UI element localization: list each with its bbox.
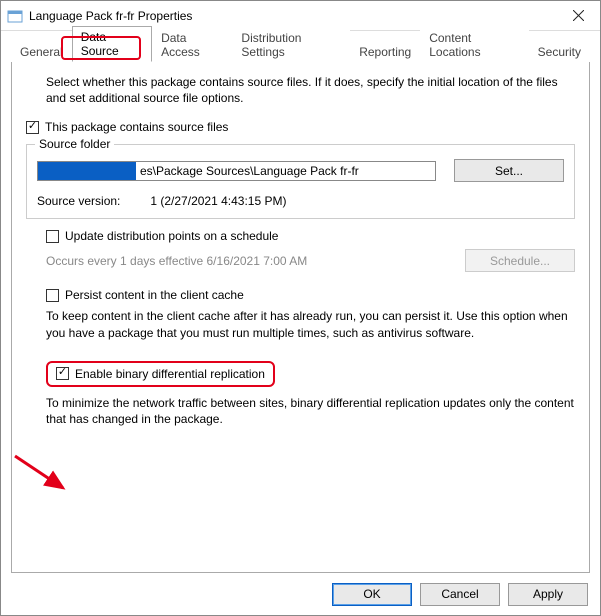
source-folder-group-title: Source folder	[35, 137, 114, 151]
tab-distribution-settings[interactable]: Distribution Settings	[232, 27, 350, 62]
tab-content-locations[interactable]: Content Locations	[420, 27, 528, 62]
dialog-footer: OK Cancel Apply	[1, 573, 600, 615]
checkbox-bdr[interactable]	[56, 367, 69, 380]
apply-button[interactable]: Apply	[508, 583, 588, 606]
checkbox-update-schedule[interactable]	[46, 230, 59, 243]
checkbox-bdr-label: Enable binary differential replication	[75, 367, 265, 381]
schedule-occurs-text: Occurs every 1 days effective 6/16/2021 …	[46, 254, 447, 268]
source-version-label: Source version:	[37, 194, 120, 208]
cancel-button[interactable]: Cancel	[420, 583, 500, 606]
ok-button[interactable]: OK	[332, 583, 412, 606]
tab-data-access[interactable]: Data Access	[152, 27, 232, 62]
bdr-description: To minimize the network traffic between …	[46, 395, 575, 427]
tab-reporting[interactable]: Reporting	[350, 41, 420, 62]
tab-security[interactable]: Security	[529, 41, 590, 62]
panel-description: Select whether this package contains sou…	[46, 74, 575, 106]
package-icon	[7, 8, 23, 24]
tab-panel-data-source: Select whether this package contains sou…	[11, 61, 590, 573]
window-title: Language Pack fr-fr Properties	[29, 9, 192, 23]
schedule-button: Schedule...	[465, 249, 575, 272]
tabstrip: General Data Source Data Access Distribu…	[11, 39, 590, 61]
checkbox-contains-source-label: This package contains source files	[45, 120, 228, 134]
source-path-field[interactable]: es\Package Sources\Language Pack fr-fr	[37, 161, 436, 181]
source-path-visible: es\Package Sources\Language Pack fr-fr	[136, 164, 363, 178]
tab-data-source[interactable]: Data Source	[72, 26, 152, 62]
checkbox-update-schedule-label: Update distribution points on a schedule	[65, 229, 278, 243]
source-path-hidden-segment	[38, 162, 136, 180]
close-button[interactable]	[558, 2, 598, 30]
annotation-bdr-highlight: Enable binary differential replication	[46, 361, 275, 387]
source-version-value: 1 (2/27/2021 4:43:15 PM)	[150, 194, 286, 208]
checkbox-persist-cache[interactable]	[46, 289, 59, 302]
tab-general[interactable]: General	[11, 41, 72, 62]
properties-window: Language Pack fr-fr Properties General D…	[0, 0, 601, 616]
annotation-arrow	[11, 452, 79, 502]
source-folder-group: Source folder es\Package Sources\Languag…	[26, 144, 575, 219]
checkbox-persist-cache-label: Persist content in the client cache	[65, 288, 244, 302]
checkbox-contains-source[interactable]	[26, 121, 39, 134]
set-button[interactable]: Set...	[454, 159, 564, 182]
persist-description: To keep content in the client cache afte…	[46, 308, 575, 340]
